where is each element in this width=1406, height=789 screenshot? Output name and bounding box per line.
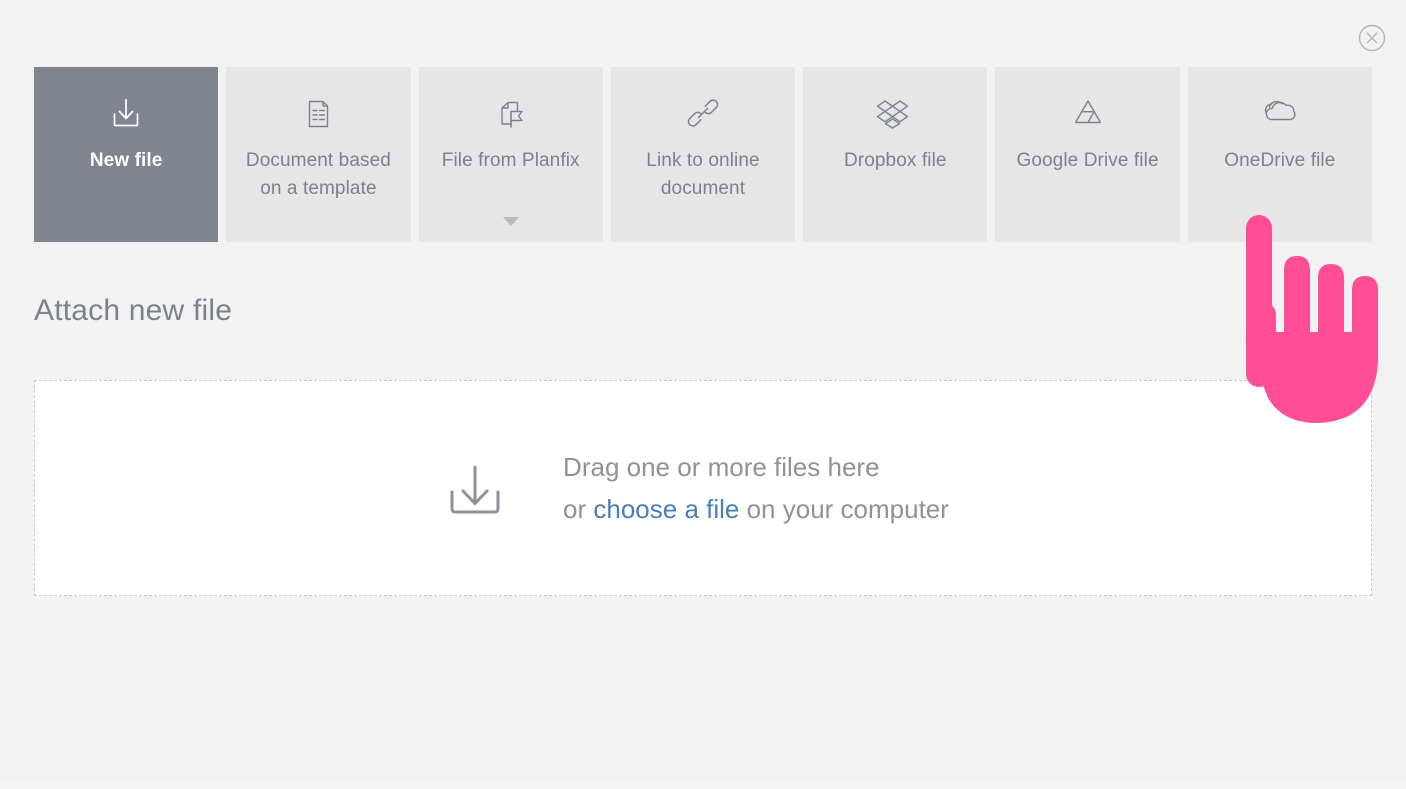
tab-link-to-online-document[interactable]: Link to online document [610,67,796,242]
file-dropzone[interactable]: Drag one or more files here or choose a … [34,380,1372,596]
attach-file-dialog: New file Document based on a template Fi… [0,0,1406,789]
close-icon[interactable] [1358,24,1386,52]
page-title: Attach new file [34,294,233,327]
tab-label: Google Drive file [1016,150,1159,171]
source-tab-strip: New file Document based on a template Fi… [34,67,1372,242]
tab-onedrive-file[interactable]: OneDrive file [1187,67,1372,242]
dropzone-line-2: or choose a file on your computer [563,488,949,530]
document-lines-icon [298,89,338,137]
tab-label: Document based on a template [245,150,391,199]
tab-google-drive-file[interactable]: Google Drive file [995,67,1180,242]
tab-label: Dropbox file [843,150,947,171]
download-tray-icon [106,89,146,137]
google-drive-icon [1068,89,1108,137]
dropbox-icon [874,89,916,137]
chevron-down-icon[interactable] [502,217,519,226]
dropzone-line-1: Drag one or more files here [563,452,880,482]
tab-dropbox-file[interactable]: Dropbox file [803,67,988,242]
dropzone-line2-prefix: or [563,494,594,524]
tab-label: File from Planfix [441,150,580,171]
tab-document-based-on-a-template[interactable]: Document based on a template [226,67,411,242]
close-icon-svg [1358,24,1386,52]
bottom-strip [0,780,1406,789]
onedrive-cloud-icon [1257,89,1303,137]
document-flag-icon [491,89,531,137]
dropzone-line2-suffix: on your computer [739,494,949,524]
tab-label: New file [89,150,163,171]
download-tray-icon [437,450,513,526]
dropzone-content: Drag one or more files here or choose a … [437,446,949,530]
chain-link-icon [683,89,723,137]
choose-a-file-link[interactable]: choose a file [593,494,739,524]
dropzone-text: Drag one or more files here or choose a … [563,446,949,530]
tab-label: Link to online document [646,150,760,199]
tab-label: OneDrive file [1224,150,1336,171]
tab-new-file[interactable]: New file [34,67,219,242]
tab-file-from-planfix[interactable]: File from Planfix [418,67,603,242]
